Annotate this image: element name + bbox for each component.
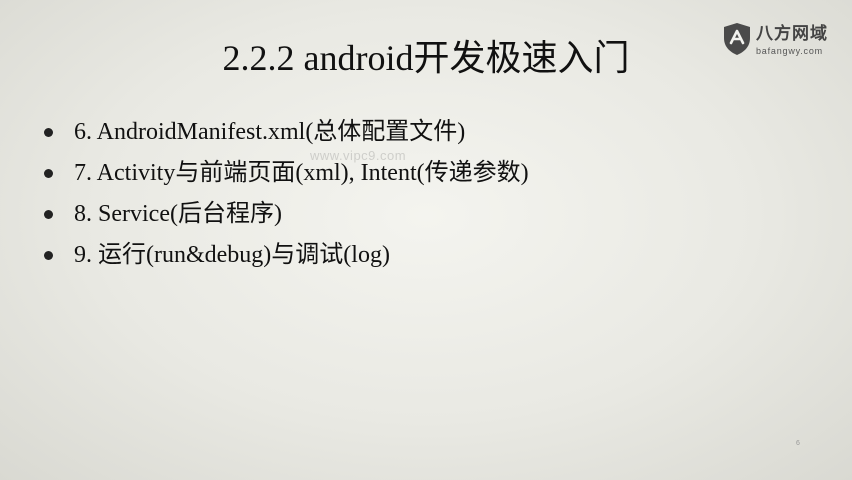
watermark-text: www.vipc9.com — [310, 148, 407, 163]
bullet-item: 9. 运行(run&debug)与调试(log) — [44, 235, 529, 276]
page-number: 6 — [796, 440, 800, 447]
bullet-item: 8. Service(后台程序) — [44, 194, 529, 235]
bullet-item: 7. Activity与前端页面(xml), Intent(传递参数) — [44, 153, 529, 194]
bullet-dot-icon — [44, 251, 53, 260]
slide: 2.2.2 android开发极速入门 6. AndroidManifest.x… — [0, 0, 852, 480]
bullet-text: 7. Activity与前端页面(xml), Intent(传递参数) — [74, 160, 529, 186]
logo-url: bafangwy.com — [756, 46, 823, 56]
bullet-text: 6. AndroidManifest.xml(总体配置文件) — [74, 119, 466, 145]
bullet-text: 8. Service(后台程序) — [74, 201, 282, 227]
bullet-dot-icon — [44, 128, 53, 137]
logo-name: 八方网域 — [756, 24, 828, 44]
bullet-dot-icon — [44, 210, 53, 219]
bullet-list: 6. AndroidManifest.xml(总体配置文件) 7. Activi… — [44, 112, 529, 276]
bullet-item: 6. AndroidManifest.xml(总体配置文件) — [44, 112, 529, 153]
brand-logo: 八方网域 bafangwy.com — [722, 22, 840, 66]
bullet-dot-icon — [44, 169, 53, 178]
bullet-text: 9. 运行(run&debug)与调试(log) — [74, 242, 390, 268]
shield-icon — [724, 23, 750, 55]
